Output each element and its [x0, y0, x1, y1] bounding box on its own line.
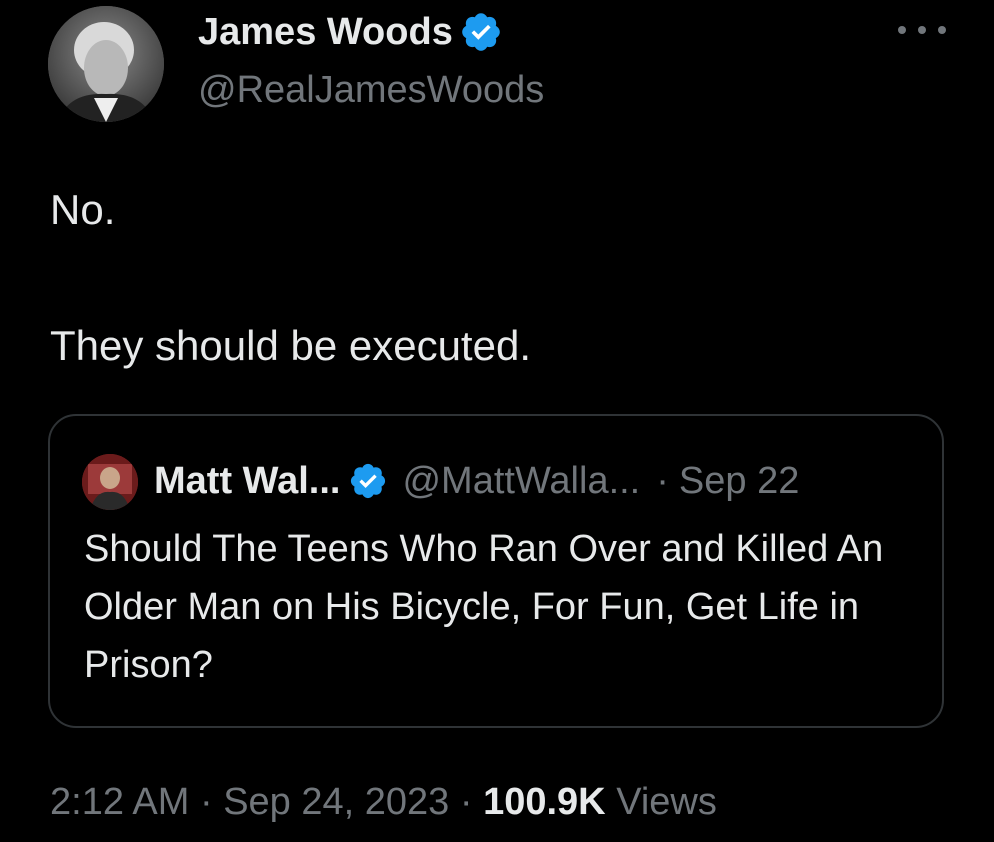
meta-separator: ·	[189, 781, 224, 823]
tweet-time[interactable]: 2:12 AM	[50, 781, 189, 823]
quoted-author-handle[interactable]: @MattWalla...	[402, 460, 640, 503]
quoted-separator: ·	[656, 459, 669, 502]
verified-badge-icon	[351, 463, 386, 499]
quoted-text: Should The Teens Who Ran Over and Killed…	[84, 528, 884, 686]
verified-badge-icon	[462, 13, 500, 51]
views-count: 100.9K	[483, 781, 606, 823]
more-dot	[898, 26, 906, 34]
views-label: Views	[616, 781, 717, 823]
tweet-text-line: They should be executed.	[50, 322, 531, 369]
tweet: James Woods @RealJamesWoods No. They sho…	[0, 0, 994, 842]
tweet-meta: 2:12 AM · Sep 24, 2023 · 100.9K Views	[50, 776, 717, 828]
quoted-date[interactable]: Sep 22	[679, 460, 799, 503]
author-name-row[interactable]: James Woods	[198, 8, 503, 56]
more-options-icon[interactable]	[898, 18, 946, 42]
quoted-tweet[interactable]: Matt Wal... @MattWalla... · Sep 22 Shoul…	[48, 414, 944, 728]
author-handle[interactable]: @RealJamesWoods	[198, 66, 544, 114]
meta-separator: ·	[449, 781, 484, 823]
quoted-author-name[interactable]: Matt Wal...	[154, 460, 340, 503]
tweet-date[interactable]: Sep 24, 2023	[223, 781, 449, 823]
tweet-text-line: No.	[50, 186, 116, 233]
quoted-header: Matt Wal... @MattWalla... · Sep 22	[154, 454, 799, 508]
quoted-author-avatar[interactable]	[82, 454, 138, 510]
more-dot	[918, 26, 926, 34]
more-dot	[938, 26, 946, 34]
author-avatar[interactable]	[48, 6, 164, 122]
author-name[interactable]: James Woods	[198, 8, 453, 56]
